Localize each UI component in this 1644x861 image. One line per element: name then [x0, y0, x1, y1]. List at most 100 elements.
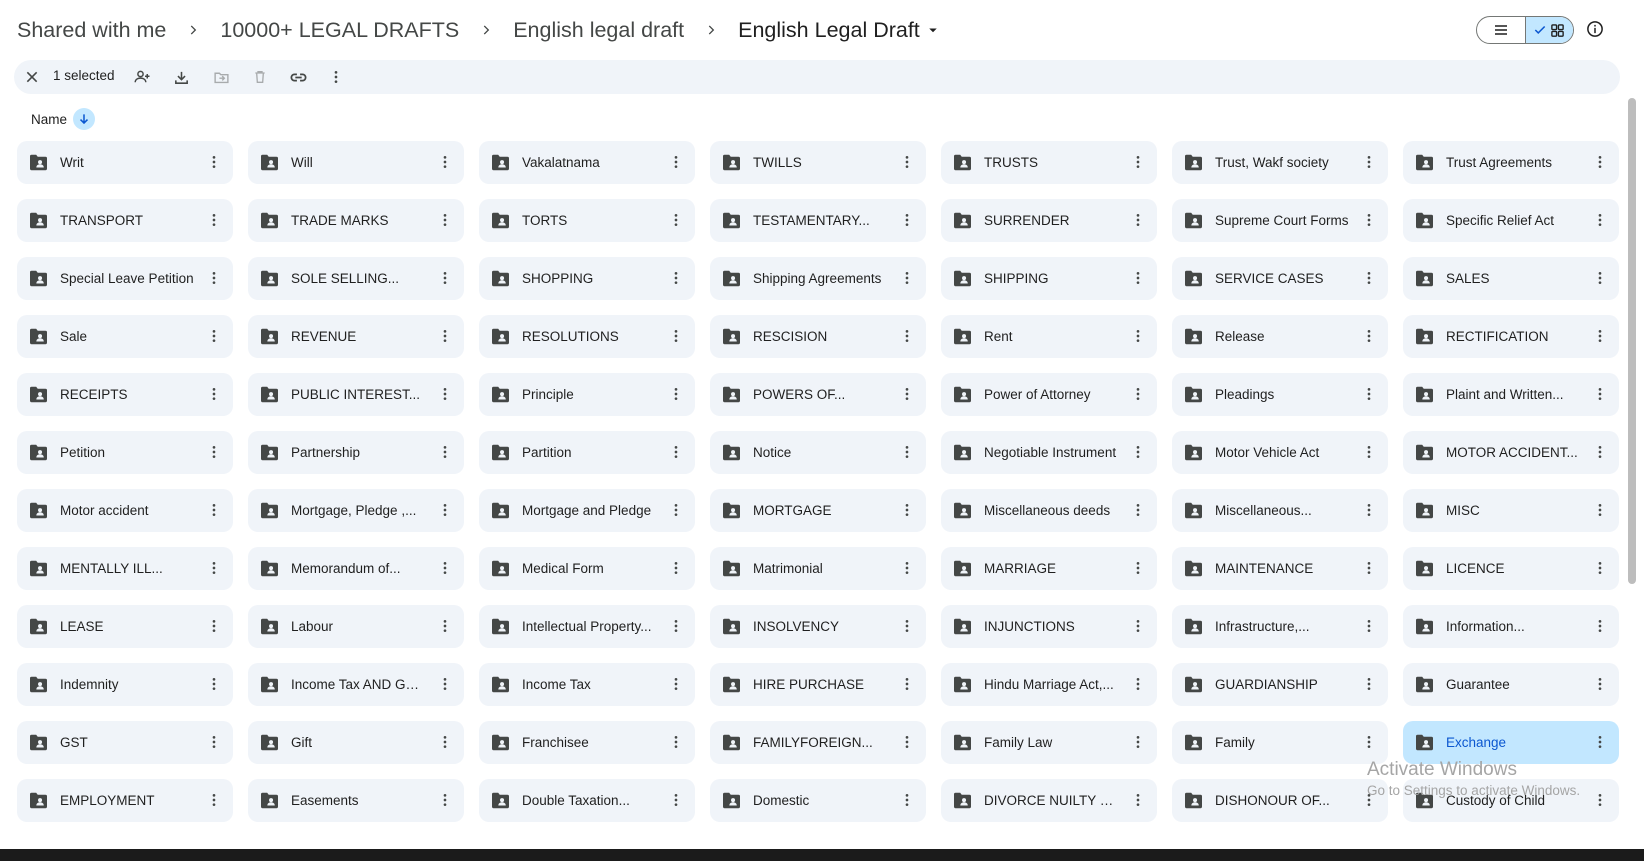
- folder-more-actions-button[interactable]: [434, 441, 456, 463]
- folder-tile[interactable]: Miscellaneous...: [1172, 489, 1388, 532]
- folder-more-actions-button[interactable]: [1127, 151, 1149, 173]
- folder-more-actions-button[interactable]: [1589, 731, 1611, 753]
- folder-more-actions-button[interactable]: [896, 209, 918, 231]
- folder-more-actions-button[interactable]: [203, 151, 225, 173]
- folder-more-actions-button[interactable]: [665, 557, 687, 579]
- folder-tile[interactable]: Medical Form: [479, 547, 695, 590]
- folder-tile[interactable]: Family: [1172, 721, 1388, 764]
- folder-more-actions-button[interactable]: [434, 789, 456, 811]
- list-view-button[interactable]: [1477, 17, 1525, 43]
- folder-more-actions-button[interactable]: [203, 673, 225, 695]
- folder-tile[interactable]: Family Law: [941, 721, 1157, 764]
- folder-tile[interactable]: POWERS OF...: [710, 373, 926, 416]
- folder-tile[interactable]: Mortgage, Pledge ,...: [248, 489, 464, 532]
- folder-tile[interactable]: SERVICE CASES: [1172, 257, 1388, 300]
- folder-more-actions-button[interactable]: [1127, 557, 1149, 579]
- folder-more-actions-button[interactable]: [1358, 731, 1380, 753]
- folder-tile[interactable]: PUBLIC INTEREST...: [248, 373, 464, 416]
- folder-tile[interactable]: MARRIAGE: [941, 547, 1157, 590]
- folder-more-actions-button[interactable]: [1358, 673, 1380, 695]
- folder-tile[interactable]: Labour: [248, 605, 464, 648]
- sort-label[interactable]: Name: [31, 112, 67, 127]
- folder-more-actions-button[interactable]: [1589, 151, 1611, 173]
- folder-tile[interactable]: SHIPPING: [941, 257, 1157, 300]
- breadcrumb-english-legal-draft[interactable]: English legal draft: [513, 18, 684, 43]
- folder-more-actions-button[interactable]: [896, 557, 918, 579]
- folder-tile[interactable]: INSOLVENCY: [710, 605, 926, 648]
- scrollbar[interactable]: [1628, 98, 1636, 584]
- folder-more-actions-button[interactable]: [434, 325, 456, 347]
- folder-tile[interactable]: Sale: [17, 315, 233, 358]
- folder-tile[interactable]: Principle: [479, 373, 695, 416]
- folder-more-actions-button[interactable]: [1358, 383, 1380, 405]
- folder-more-actions-button[interactable]: [665, 789, 687, 811]
- folder-tile[interactable]: TWILLS: [710, 141, 926, 184]
- folder-tile[interactable]: SOLE SELLING...: [248, 257, 464, 300]
- folder-more-actions-button[interactable]: [1127, 673, 1149, 695]
- folder-tile[interactable]: Release: [1172, 315, 1388, 358]
- folder-tile[interactable]: LICENCE: [1403, 547, 1619, 590]
- folder-more-actions-button[interactable]: [203, 209, 225, 231]
- folder-more-actions-button[interactable]: [896, 383, 918, 405]
- folder-more-actions-button[interactable]: [1127, 383, 1149, 405]
- details-button[interactable]: [1584, 18, 1606, 40]
- folder-tile[interactable]: Pleadings: [1172, 373, 1388, 416]
- folder-tile[interactable]: Will: [248, 141, 464, 184]
- folder-more-actions-button[interactable]: [203, 557, 225, 579]
- folder-more-actions-button[interactable]: [1589, 267, 1611, 289]
- folder-tile[interactable]: Power of Attorney: [941, 373, 1157, 416]
- folder-more-actions-button[interactable]: [1358, 209, 1380, 231]
- folder-tile[interactable]: Writ: [17, 141, 233, 184]
- folder-tile[interactable]: Guarantee: [1403, 663, 1619, 706]
- folder-tile[interactable]: Miscellaneous deeds: [941, 489, 1157, 532]
- folder-tile[interactable]: Motor accident: [17, 489, 233, 532]
- folder-tile[interactable]: GUARDIANSHIP: [1172, 663, 1388, 706]
- folder-more-actions-button[interactable]: [203, 615, 225, 637]
- folder-more-actions-button[interactable]: [665, 267, 687, 289]
- folder-tile[interactable]: Information...: [1403, 605, 1619, 648]
- folder-more-actions-button[interactable]: [1358, 325, 1380, 347]
- folder-more-actions-button[interactable]: [1358, 499, 1380, 521]
- folder-tile[interactable]: MOTOR ACCIDENT...: [1403, 431, 1619, 474]
- folder-more-actions-button[interactable]: [1127, 267, 1149, 289]
- folder-tile[interactable]: Indemnity: [17, 663, 233, 706]
- folder-more-actions-button[interactable]: [665, 441, 687, 463]
- folder-more-actions-button[interactable]: [434, 209, 456, 231]
- folder-more-actions-button[interactable]: [665, 325, 687, 347]
- folder-tile[interactable]: Easements: [248, 779, 464, 822]
- folder-more-actions-button[interactable]: [1589, 441, 1611, 463]
- trash-button[interactable]: [250, 67, 270, 87]
- move-button[interactable]: [211, 67, 231, 87]
- folder-more-actions-button[interactable]: [665, 383, 687, 405]
- folder-tile[interactable]: TRANSPORT: [17, 199, 233, 242]
- folder-more-actions-button[interactable]: [434, 267, 456, 289]
- folder-tile[interactable]: EMPLOYMENT: [17, 779, 233, 822]
- folder-tile[interactable]: Trust Agreements: [1403, 141, 1619, 184]
- sort-direction-button[interactable]: [73, 108, 96, 130]
- share-button[interactable]: [132, 67, 152, 87]
- folder-tile[interactable]: Notice: [710, 431, 926, 474]
- folder-tile[interactable]: Domestic: [710, 779, 926, 822]
- folder-more-actions-button[interactable]: [665, 615, 687, 637]
- folder-tile[interactable]: Motor Vehicle Act: [1172, 431, 1388, 474]
- folder-more-actions-button[interactable]: [434, 731, 456, 753]
- folder-more-actions-button[interactable]: [1358, 789, 1380, 811]
- folder-tile[interactable]: Memorandum of...: [248, 547, 464, 590]
- folder-more-actions-button[interactable]: [1358, 441, 1380, 463]
- folder-tile[interactable]: HIRE PURCHASE: [710, 663, 926, 706]
- folder-more-actions-button[interactable]: [203, 325, 225, 347]
- folder-more-actions-button[interactable]: [203, 789, 225, 811]
- folder-more-actions-button[interactable]: [434, 499, 456, 521]
- folder-more-actions-button[interactable]: [1127, 209, 1149, 231]
- folder-more-actions-button[interactable]: [1589, 673, 1611, 695]
- folder-more-actions-button[interactable]: [434, 383, 456, 405]
- folder-tile[interactable]: RESCISION: [710, 315, 926, 358]
- folder-more-actions-button[interactable]: [896, 499, 918, 521]
- folder-tile[interactable]: Shipping Agreements: [710, 257, 926, 300]
- folder-more-actions-button[interactable]: [1127, 615, 1149, 637]
- folder-tile[interactable]: SALES: [1403, 257, 1619, 300]
- folder-more-actions-button[interactable]: [1127, 325, 1149, 347]
- folder-more-actions-button[interactable]: [896, 325, 918, 347]
- folder-more-actions-button[interactable]: [1127, 441, 1149, 463]
- folder-more-actions-button[interactable]: [203, 731, 225, 753]
